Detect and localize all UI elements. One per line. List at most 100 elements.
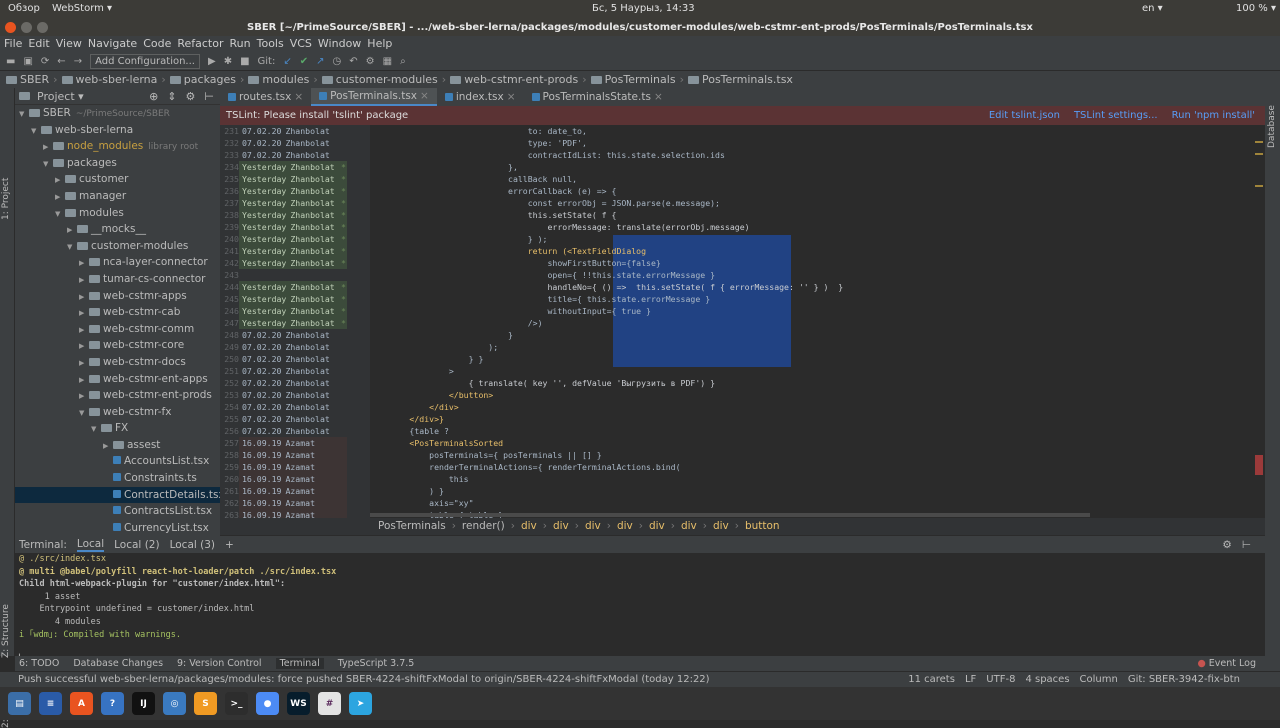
typescript-tool-button[interactable]: TypeScript 3.7.5	[338, 658, 415, 669]
error-stripe[interactable]	[1250, 125, 1265, 518]
editor-tab[interactable]: index.tsx ×	[437, 88, 524, 106]
chevron-right-icon[interactable]: ▶	[79, 338, 89, 355]
menu-tools[interactable]: Tools	[257, 36, 284, 52]
terminal-hide-icon[interactable]: ⊢	[1242, 539, 1251, 551]
chevron-down-icon[interactable]: ▼	[67, 239, 77, 256]
chevron-right-icon[interactable]: ▶	[103, 438, 113, 455]
close-tab-icon[interactable]: ×	[507, 88, 516, 106]
push-icon[interactable]: ↗	[316, 56, 324, 67]
terminal-tab-local-3[interactable]: Local (3)	[170, 539, 215, 551]
nav-crumb[interactable]: PosTerminals.tsx	[687, 73, 793, 86]
structure-tool-button[interactable]: Z: Structure	[1, 604, 11, 658]
terminal-tab-local[interactable]: Local	[76, 538, 105, 552]
edit-tslint-link[interactable]: Edit tslint.json	[989, 106, 1060, 125]
tree-item[interactable]: ▶ tumar-cs-connector	[15, 271, 220, 288]
open-icon[interactable]: ▬	[6, 56, 15, 67]
annotation-row[interactable]: 248 07.02.20 Zhanbolat	[220, 329, 370, 341]
chevron-right-icon[interactable]: ▶	[55, 172, 65, 189]
close-tab-icon[interactable]: ×	[654, 88, 663, 106]
annotation-row[interactable]: 247 Yesterday Zhanbolat *	[220, 317, 370, 329]
activities-button[interactable]: Обзор	[8, 3, 40, 14]
menu-file[interactable]: File	[4, 36, 22, 52]
menu-window[interactable]: Window	[318, 36, 361, 52]
annotation-row[interactable]: 253 07.02.20 Zhanbolat	[220, 389, 370, 401]
menu-navigate[interactable]: Navigate	[88, 36, 137, 52]
editor-tab[interactable]: PosTerminalsState.ts ×	[524, 88, 671, 106]
git-branch[interactable]: Git: SBER-3942-fix-btn	[1128, 672, 1240, 687]
nav-crumb[interactable]: customer-modules	[321, 73, 438, 86]
chevron-down-icon[interactable]: ▼	[43, 156, 53, 173]
webstorm-icon[interactable]: WS	[287, 692, 310, 715]
search-icon[interactable]: ⌕	[400, 56, 406, 67]
annotation-row[interactable]: 239 Yesterday Zhanbolat *	[220, 221, 370, 233]
revert-icon[interactable]: ↶	[349, 56, 357, 67]
update-icon[interactable]: ↙	[283, 56, 291, 67]
add-configuration-button[interactable]: Add Configuration...	[90, 53, 200, 69]
tslint-settings-link[interactable]: TSLint settings...	[1074, 106, 1158, 125]
annotation-row[interactable]: 245 Yesterday Zhanbolat *	[220, 293, 370, 305]
docs-icon[interactable]: ≡	[39, 692, 62, 715]
annotation-row[interactable]: 242 Yesterday Zhanbolat *	[220, 257, 370, 269]
close-tab-icon[interactable]: ×	[420, 87, 429, 105]
annotation-row[interactable]: 233 07.02.20 Zhanbolat	[220, 149, 370, 161]
tree-item[interactable]: ▶ web-cstmr-core	[15, 337, 220, 354]
code-editor[interactable]: to: date_to, type: 'PDF', contractIdList…	[370, 125, 1250, 518]
tree-item[interactable]: ▼ web-sber-lerna	[15, 122, 220, 139]
tree-item[interactable]: ContractDetails.tsx	[15, 486, 220, 504]
annotation-row[interactable]: 234 Yesterday Zhanbolat *	[220, 161, 370, 173]
tree-item[interactable]: ▶ nca-layer-connector	[15, 254, 220, 271]
annotation-row[interactable]: 262 16.09.19 Azamat	[220, 497, 370, 509]
chevron-right-icon[interactable]: ▶	[67, 222, 77, 239]
help-icon[interactable]: ?	[101, 692, 124, 715]
code-crumb[interactable]: div	[585, 520, 601, 532]
back-icon[interactable]: ←	[57, 56, 65, 67]
editor-tab[interactable]: routes.tsx ×	[220, 88, 311, 106]
chevron-down-icon[interactable]: ▼	[31, 123, 41, 140]
tree-item[interactable]: CurrencyList.tsx	[15, 520, 220, 536]
locate-icon[interactable]: ⊕	[149, 88, 158, 105]
annotation-row[interactable]: 238 Yesterday Zhanbolat *	[220, 209, 370, 221]
annotation-row[interactable]: 235 Yesterday Zhanbolat *	[220, 173, 370, 185]
chevron-down-icon[interactable]: ▼	[19, 106, 29, 123]
chevron-right-icon[interactable]: ▶	[79, 272, 89, 289]
annotation-row[interactable]: 254 07.02.20 Zhanbolat	[220, 401, 370, 413]
terminal-tool-button[interactable]: Terminal	[275, 658, 324, 669]
code-crumb[interactable]: div	[553, 520, 569, 532]
version-control-tool-button[interactable]: 9: Version Control	[177, 658, 262, 669]
annotation-row[interactable]: 236 Yesterday Zhanbolat *	[220, 185, 370, 197]
tree-item[interactable]: ▶ customer	[15, 171, 220, 188]
code-crumb[interactable]: div	[713, 520, 729, 532]
tree-item[interactable]: ▶ manager	[15, 188, 220, 205]
menu-run[interactable]: Run	[230, 36, 251, 52]
telegram-icon[interactable]: ➤	[349, 692, 372, 715]
app-menu[interactable]: WebStorm ▾	[52, 3, 112, 14]
new-terminal-button[interactable]: +	[225, 539, 234, 551]
chevron-down-icon[interactable]: ▼	[55, 206, 65, 223]
chevron-right-icon[interactable]: ▶	[55, 189, 65, 206]
database-tool-button[interactable]: Database	[1267, 105, 1277, 148]
maximize-button[interactable]	[37, 22, 48, 33]
npm-install-link[interactable]: Run 'npm install'	[1172, 106, 1255, 125]
nav-crumb[interactable]: SBER	[6, 73, 49, 86]
annotation-row[interactable]: 251 07.02.20 Zhanbolat	[220, 365, 370, 377]
annotation-row[interactable]: 250 07.02.20 Zhanbolat	[220, 353, 370, 365]
save-icon[interactable]: ▣	[23, 56, 32, 67]
annotation-row[interactable]: 252 07.02.20 Zhanbolat	[220, 377, 370, 389]
code-crumb[interactable]: div	[617, 520, 633, 532]
terminal-output[interactable]: @ ./src/index.tsx @ multi @babel/polyfill…	[15, 553, 1265, 667]
close-tab-icon[interactable]: ×	[294, 88, 303, 106]
annotation-row[interactable]: 241 Yesterday Zhanbolat *	[220, 245, 370, 257]
debug-icon[interactable]: ✱	[224, 56, 232, 67]
idea-icon[interactable]: IJ	[132, 692, 155, 715]
tree-item[interactable]: ContractsList.tsx	[15, 503, 220, 520]
terminal-icon[interactable]: >_	[225, 692, 248, 715]
menu-edit[interactable]: Edit	[28, 36, 49, 52]
tree-item[interactable]: ▶ node_modules library root	[15, 138, 220, 155]
annotation-row[interactable]: 237 Yesterday Zhanbolat *	[220, 197, 370, 209]
indent-setting[interactable]: 4 spaces	[1025, 672, 1069, 687]
menu-vcs[interactable]: VCS	[290, 36, 312, 52]
stop-icon[interactable]: ■	[240, 56, 249, 67]
project-view-selector[interactable]: Project ▾	[37, 88, 84, 105]
gear-icon[interactable]: ⚙	[186, 88, 196, 105]
todo-tool-button[interactable]: 6: TODO	[19, 658, 59, 669]
